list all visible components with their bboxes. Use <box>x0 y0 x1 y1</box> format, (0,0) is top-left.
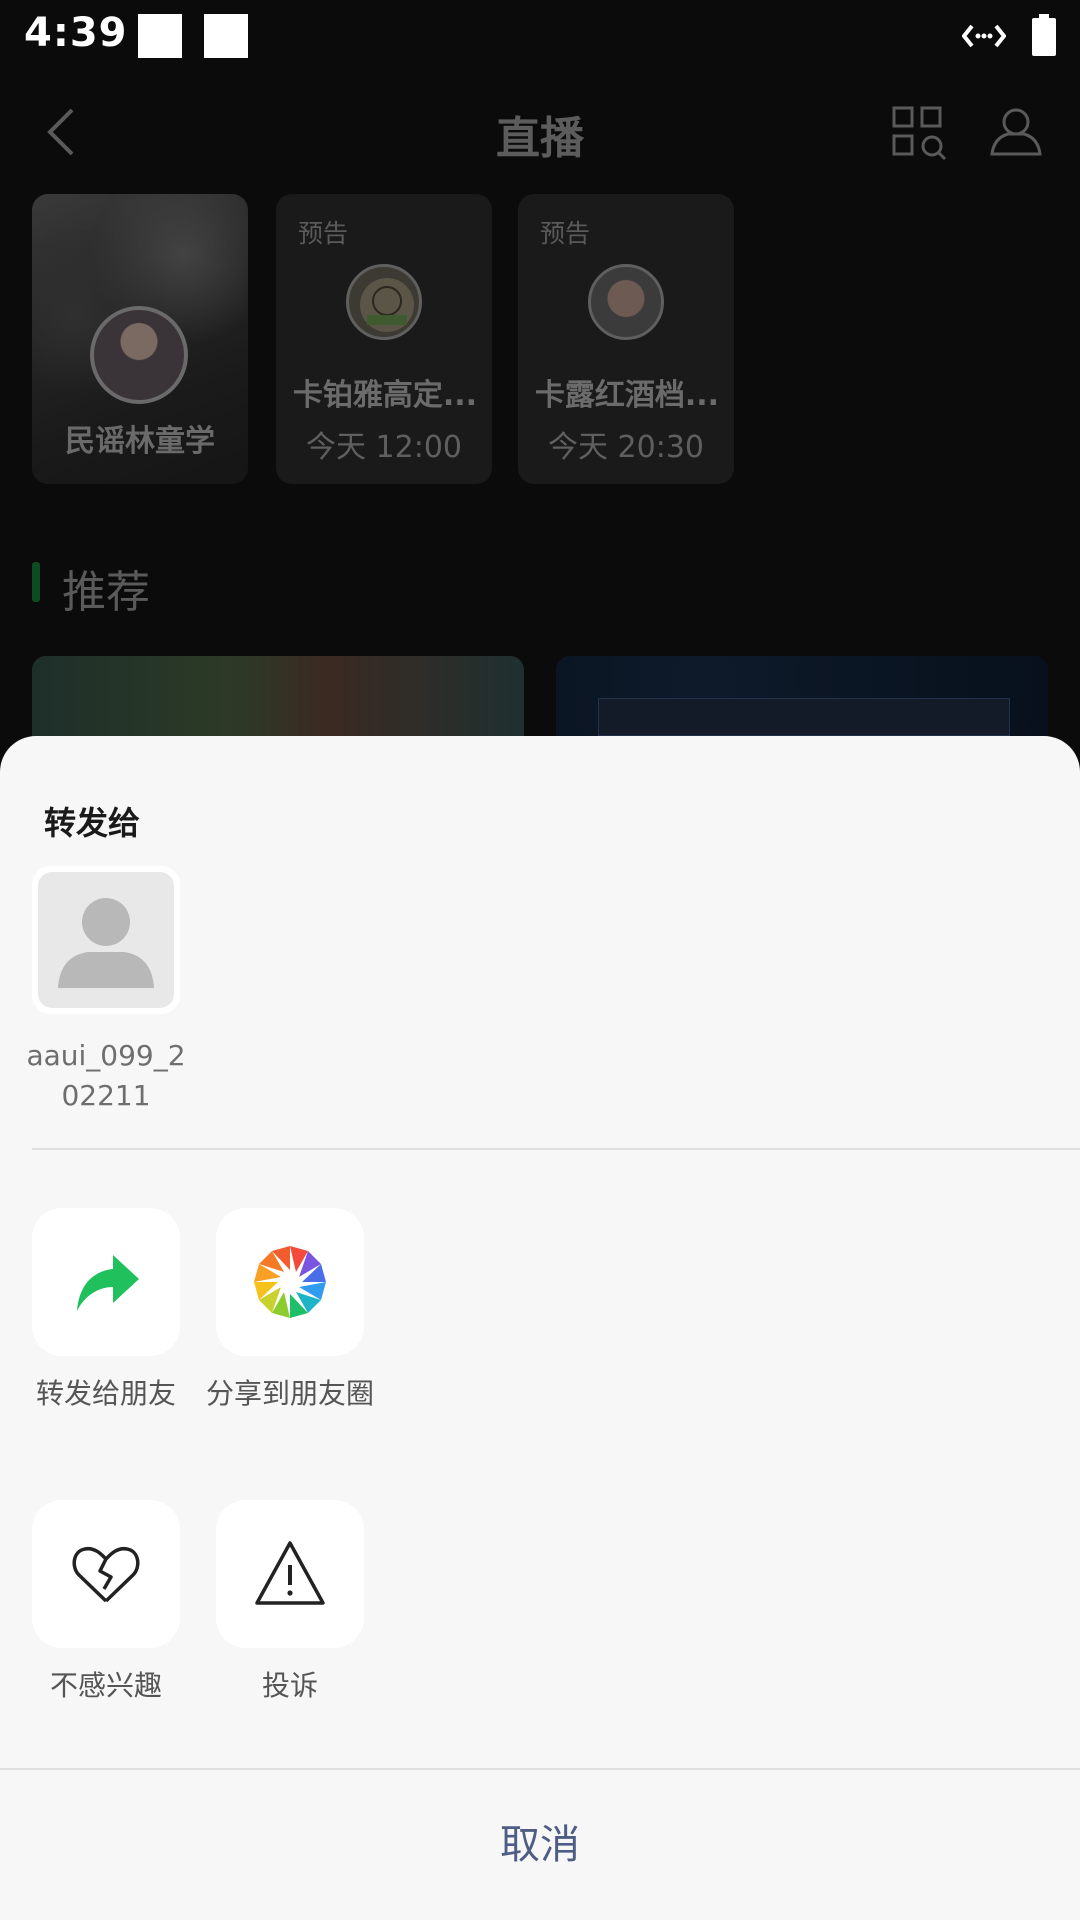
default-avatar-icon <box>58 898 154 988</box>
sheet-title: 转发给 <box>44 804 141 842</box>
preview-tag: 预告 <box>540 219 591 248</box>
thumbnail-panel <box>598 698 1010 736</box>
section-marker <box>32 562 40 602</box>
contact-item[interactable]: aaui_099_202211 <box>26 866 186 1116</box>
avatar <box>588 264 664 340</box>
action-label: 分享到朋友圈 <box>205 1377 374 1410</box>
action-label: 转发给朋友 <box>35 1377 176 1410</box>
preview-title: 卡铂雅高定... <box>292 378 478 413</box>
live-thumbnail[interactable] <box>556 656 1048 736</box>
forward-arrow-icon <box>77 1255 139 1311</box>
not-interested-button[interactable]: 不感兴趣 <box>32 1500 180 1706</box>
section-title: 推荐 <box>62 567 150 618</box>
report-button[interactable]: 投诉 <box>216 1500 364 1706</box>
notification-icon <box>138 14 182 58</box>
preview-card[interactable]: 预告 卡露红酒档... 今天 20:30 <box>518 194 734 484</box>
battery-icon <box>1032 14 1056 56</box>
live-thumbnail[interactable] <box>32 656 524 736</box>
brand-logo-icon <box>360 278 414 332</box>
data-transfer-icon <box>962 24 1006 48</box>
avatar <box>346 264 422 340</box>
moments-aperture-icon <box>254 1246 326 1318</box>
share-sheet: 转发给 aaui_099_202211 转发给朋友 分享到朋友圈 不感兴趣 投诉… <box>0 736 1080 1920</box>
preview-card[interactable]: 预告 卡铂雅高定... 今天 12:00 <box>276 194 492 484</box>
preview-title: 卡露红酒档... <box>534 378 720 413</box>
action-label: 投诉 <box>261 1669 318 1702</box>
preview-time: 今天 12:00 <box>306 430 462 465</box>
forward-to-friend-button[interactable]: 转发给朋友 <box>32 1208 180 1414</box>
broken-heart-icon <box>72 1546 140 1603</box>
status-bar: 4:39 <box>0 0 1080 72</box>
share-to-moments-button[interactable]: 分享到朋友圈 <box>206 1208 374 1414</box>
live-card[interactable]: 民谣林童学 <box>32 194 248 484</box>
live-card-name: 民谣林童学 <box>65 424 215 459</box>
notification-icon <box>204 14 248 58</box>
cancel-button[interactable]: 取消 <box>0 1770 1080 1920</box>
header: 直播 <box>0 90 1080 174</box>
status-time: 4:39 <box>24 10 128 56</box>
action-label: 不感兴趣 <box>49 1669 162 1702</box>
avatar <box>90 306 188 404</box>
preview-tag: 预告 <box>298 219 349 248</box>
divider <box>32 1148 1080 1150</box>
profile-icon[interactable] <box>988 104 1044 160</box>
warning-triangle-icon <box>255 1541 325 1605</box>
contact-name: aaui_099_202211 <box>26 1039 186 1112</box>
mini-program-grid-icon[interactable] <box>890 104 948 162</box>
contact-avatar <box>32 866 180 1014</box>
preview-time: 今天 20:30 <box>548 430 704 465</box>
